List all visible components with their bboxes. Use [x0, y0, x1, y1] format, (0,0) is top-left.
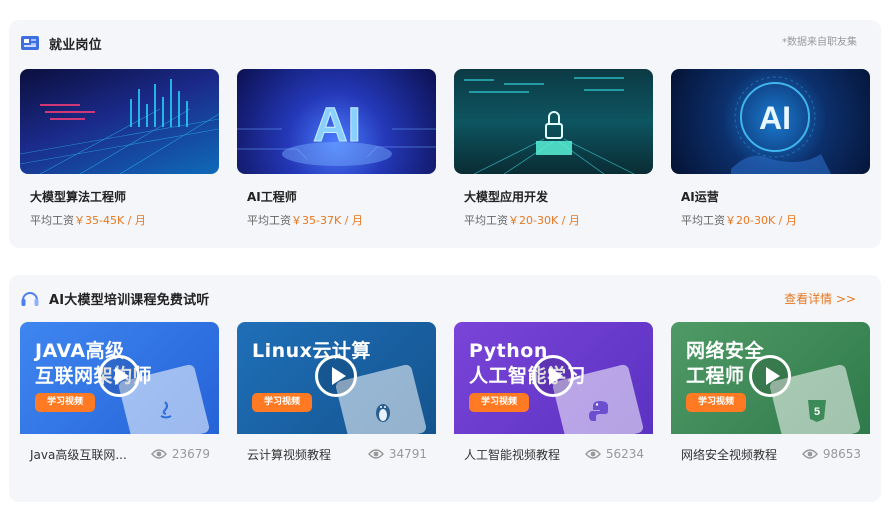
job-title: AI运营 [681, 190, 719, 204]
job-card[interactable]: 大模型应用开发 平均工资￥20-30K / 月 [454, 69, 653, 228]
study-video-tag: 学习视频 [686, 393, 746, 412]
python-icon [589, 401, 608, 421]
salary-range: ￥20-30K / 月 [508, 214, 580, 227]
play-icon[interactable] [98, 355, 140, 397]
svg-text:AI: AI [759, 100, 791, 136]
course-name: 人工智能视频教程 [464, 447, 561, 462]
jobs-panel: 就业岗位 *数据来自职友集 大模型算法工程师 平均工资￥35-45K / 月 A… [9, 20, 881, 248]
headphones-icon [21, 292, 39, 306]
ai-hand-illustration: AI [731, 76, 831, 174]
course-meta: 云计算视频教程 34791 [237, 434, 436, 474]
course-meta: Java高级互联网... 23679 [20, 434, 219, 474]
job-thumbnail: AI [671, 69, 870, 174]
eye-icon [584, 449, 601, 459]
course-card[interactable]: Python 人工智能学习 学习视频 人工智能视频教程 56234 [454, 322, 653, 474]
salary-label: 平均工资 [30, 214, 74, 227]
course-name: Java高级互联网... [30, 447, 127, 462]
course-card[interactable]: 网络安全 工程师 5 学习视频 网络安全视频教程 98653 [671, 322, 870, 474]
study-video-tag: 学习视频 [252, 393, 312, 412]
course-card[interactable]: Linux云计算 学习视频 云计算视频教程 34791 [237, 322, 436, 474]
study-video-tag: 学习视频 [469, 393, 529, 412]
banner-line: JAVA高级 [35, 340, 125, 362]
view-count-value: 98653 [822, 447, 861, 461]
jobs-title: 就业岗位 [49, 37, 102, 53]
view-count: 98653 [801, 447, 861, 461]
view-details-link[interactable]: 查看详情 >> [784, 290, 856, 307]
svg-text:5: 5 [814, 406, 820, 418]
courses-title: AI大模型培训课程免费试听 [49, 292, 210, 308]
salary-label: 平均工资 [247, 214, 291, 227]
salary-range: ￥35-45K / 月 [74, 214, 146, 227]
play-icon[interactable] [532, 355, 574, 397]
ai-chip-illustration: AI [237, 99, 436, 166]
view-count-value: 56234 [605, 447, 644, 461]
salary-label: 平均工资 [681, 214, 725, 227]
job-salary: 平均工资￥35-45K / 月 [30, 212, 219, 228]
job-thumbnail [454, 69, 653, 174]
html5-shield-icon: 5 [808, 400, 826, 422]
job-salary: 平均工资￥35-37K / 月 [247, 212, 436, 228]
course-banner: Linux云计算 学习视频 [237, 322, 436, 434]
source-note: *数据来自职友集 [782, 37, 857, 48]
job-thumbnail [20, 69, 219, 174]
job-card[interactable]: AI AI运营 平均工资￥20-30K / 月 [671, 69, 870, 228]
job-card[interactable]: 大模型算法工程师 平均工资￥35-45K / 月 [20, 69, 219, 228]
courses-header: AI大模型培训课程免费试听 [20, 288, 210, 308]
courses-panel: AI大模型培训课程免费试听 查看详情 >> JAVA高级 互联网架构师 学习视频… [9, 275, 881, 502]
play-icon[interactable] [749, 355, 791, 397]
banner-line: Linux云计算 [252, 340, 371, 362]
job-thumbnail: AI [237, 69, 436, 174]
play-icon[interactable] [315, 355, 357, 397]
course-banner: 网络安全 工程师 5 学习视频 [671, 322, 870, 434]
course-meta: 人工智能视频教程 56234 [454, 434, 653, 474]
job-salary: 平均工资￥20-30K / 月 [464, 212, 653, 228]
secure-server-illustration [464, 77, 635, 174]
view-count-value: 23679 [171, 447, 210, 461]
job-board-icon [21, 36, 39, 50]
course-banner: Python 人工智能学习 学习视频 [454, 322, 653, 434]
study-video-tag: 学习视频 [35, 393, 95, 412]
view-count: 23679 [150, 447, 210, 461]
salary-label: 平均工资 [464, 214, 508, 227]
banner-line: 网络安全 [686, 340, 765, 362]
svg-text:AI: AI [313, 99, 361, 152]
view-count-value: 34791 [388, 447, 427, 461]
course-name: 网络安全视频教程 [681, 447, 778, 462]
course-banner: JAVA高级 互联网架构师 学习视频 [20, 322, 219, 434]
course-meta: 网络安全视频教程 98653 [671, 434, 870, 474]
eye-icon [801, 449, 818, 459]
banner-line: Python [469, 340, 548, 362]
view-count: 56234 [584, 447, 644, 461]
job-salary: 平均工资￥20-30K / 月 [681, 212, 870, 228]
data-grid-illustration [20, 79, 219, 174]
eye-icon [150, 449, 167, 459]
view-count: 34791 [367, 447, 427, 461]
salary-range: ￥35-37K / 月 [291, 214, 363, 227]
job-title: 大模型应用开发 [464, 190, 549, 204]
java-icon [160, 401, 172, 419]
course-card[interactable]: JAVA高级 互联网架构师 学习视频 Java高级互联网... 23679 [20, 322, 219, 474]
course-name: 云计算视频教程 [247, 447, 332, 462]
job-card[interactable]: AI AI工程师 平均工资￥35-37K / 月 [237, 69, 436, 228]
banner-title: Linux云计算 [252, 339, 371, 364]
salary-range: ￥20-30K / 月 [725, 214, 797, 227]
job-title: 大模型算法工程师 [30, 190, 127, 204]
linux-penguin-icon [376, 404, 390, 422]
job-title: AI工程师 [247, 190, 297, 204]
eye-icon [367, 449, 384, 459]
jobs-header: 就业岗位 [20, 33, 102, 53]
